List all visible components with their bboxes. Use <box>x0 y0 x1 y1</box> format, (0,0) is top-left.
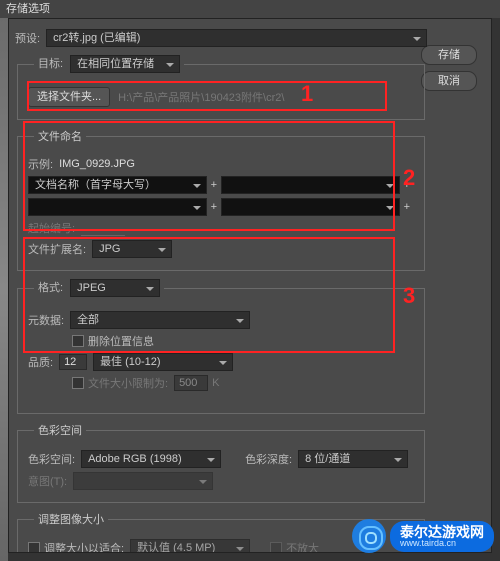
naming-pattern1: 文档名称（首字母大写） <box>35 177 156 193</box>
colorspace-value: Adobe RGB (1998) <box>88 451 182 467</box>
colordepth-select[interactable]: 8 位/通道 <box>298 450 408 468</box>
dialog: 存储 取消 预设: cr2转.jpg (已编辑) 目标: 在相同位置存储 选择文… <box>8 18 492 553</box>
metadata-value: 全部 <box>77 312 99 328</box>
filesize-limit-checkbox[interactable] <box>72 377 84 389</box>
main-area: 预设: cr2转.jpg (已编辑) 目标: 在相同位置存储 选择文件夹... … <box>15 29 427 553</box>
naming-pattern4-select[interactable] <box>221 198 400 216</box>
resize-fieldset: 调整图像大小 调整大小以适合: 默认值 (4.5 MP) 不放大 W: H: 像… <box>17 511 425 553</box>
example-value: IMG_0929.JPG <box>59 158 135 170</box>
preset-label: 预设: <box>15 30 40 46</box>
window-title: 存储选项 <box>6 3 50 15</box>
color-fieldset: 色彩空间 色彩空间: Adobe RGB (1998) 色彩深度: 8 位/通道… <box>17 422 425 503</box>
naming-pattern1-select[interactable]: 文档名称（首字母大写） <box>28 176 207 194</box>
format-legend-text: 格式: <box>38 282 63 294</box>
no-enlarge-checkbox <box>270 542 282 553</box>
target-path: H:\产品\产品照片\190423附件\cr2\ <box>118 89 284 105</box>
choose-folder-button[interactable]: 选择文件夹... <box>28 87 110 107</box>
preset-select[interactable]: cr2转.jpg (已编辑) <box>46 29 427 47</box>
plus-icon: + <box>404 179 410 191</box>
plus-icon: + <box>211 179 217 191</box>
format-fieldset: 格式: JPEG 元数据: 全部 删除位置信息 品质: 最佳 (10-12) 文… <box>17 279 425 414</box>
intent-label: 意图(T): <box>28 473 67 489</box>
quality-input[interactable] <box>59 354 87 370</box>
target-legend: 目标: 在相同位置存储 <box>34 55 184 73</box>
delete-location-checkbox[interactable] <box>72 335 84 347</box>
filesize-limit-input[interactable] <box>174 375 208 391</box>
colordepth-value: 8 位/通道 <box>305 451 350 467</box>
metadata-select[interactable]: 全部 <box>70 311 250 329</box>
resize-legend: 调整图像大小 <box>34 511 108 527</box>
plus-icon: + <box>211 201 217 213</box>
right-button-column: 存储 取消 <box>421 45 477 91</box>
resize-fit-checkbox[interactable] <box>28 542 40 553</box>
metadata-label: 元数据: <box>28 312 64 328</box>
filesize-limit-unit: K <box>212 377 219 389</box>
format-type: JPEG <box>77 280 106 296</box>
color-legend: 色彩空间 <box>34 422 86 438</box>
naming-legend: 文件命名 <box>34 128 86 144</box>
target-legend-text: 目标: <box>38 58 63 70</box>
resize-fit-select[interactable]: 默认值 (4.5 MP) <box>130 539 250 553</box>
plus-icon: + <box>404 201 410 213</box>
startnum-label: 起始编号: <box>28 220 75 236</box>
naming-fieldset: 文件命名 示例: IMG_0929.JPG 文档名称（首字母大写） + + + … <box>17 128 425 271</box>
resize-fit-label: 调整大小以适合: <box>44 540 124 553</box>
quality-preset-select[interactable]: 最佳 (10-12) <box>93 353 233 371</box>
left-edge-strip <box>0 18 8 561</box>
no-enlarge-label: 不放大 <box>286 540 319 553</box>
intent-select <box>73 472 213 490</box>
colordepth-label: 色彩深度: <box>245 451 292 467</box>
colorspace-select[interactable]: Adobe RGB (1998) <box>81 450 221 468</box>
format-legend: 格式: JPEG <box>34 279 164 297</box>
resize-fit-value: 默认值 (4.5 MP) <box>137 540 215 553</box>
ext-label: 文件扩展名: <box>28 241 86 257</box>
filesize-limit-label: 文件大小限制为: <box>88 375 168 391</box>
delete-location-label: 删除位置信息 <box>88 333 154 349</box>
window-title-bar: 存储选项 <box>0 0 500 18</box>
ext-select[interactable]: JPG <box>92 240 172 258</box>
example-label: 示例: <box>28 156 53 172</box>
quality-label: 品质: <box>28 354 53 370</box>
ext-value: JPG <box>99 241 120 257</box>
naming-pattern3-select[interactable] <box>28 198 207 216</box>
naming-pattern2-select[interactable] <box>221 176 400 194</box>
startnum-input[interactable] <box>81 220 125 236</box>
target-mode-select[interactable]: 在相同位置存储 <box>70 55 180 73</box>
save-button[interactable]: 存储 <box>421 45 477 65</box>
cancel-button[interactable]: 取消 <box>421 71 477 91</box>
colorspace-label: 色彩空间: <box>28 451 75 467</box>
format-type-select[interactable]: JPEG <box>70 279 160 297</box>
preset-row: 预设: cr2转.jpg (已编辑) <box>15 29 427 47</box>
quality-preset-value: 最佳 (10-12) <box>100 354 161 370</box>
target-mode: 在相同位置存储 <box>77 56 154 72</box>
target-fieldset: 目标: 在相同位置存储 选择文件夹... H:\产品\产品照片\190423附件… <box>17 55 425 120</box>
preset-value: cr2转.jpg (已编辑) <box>53 30 140 46</box>
